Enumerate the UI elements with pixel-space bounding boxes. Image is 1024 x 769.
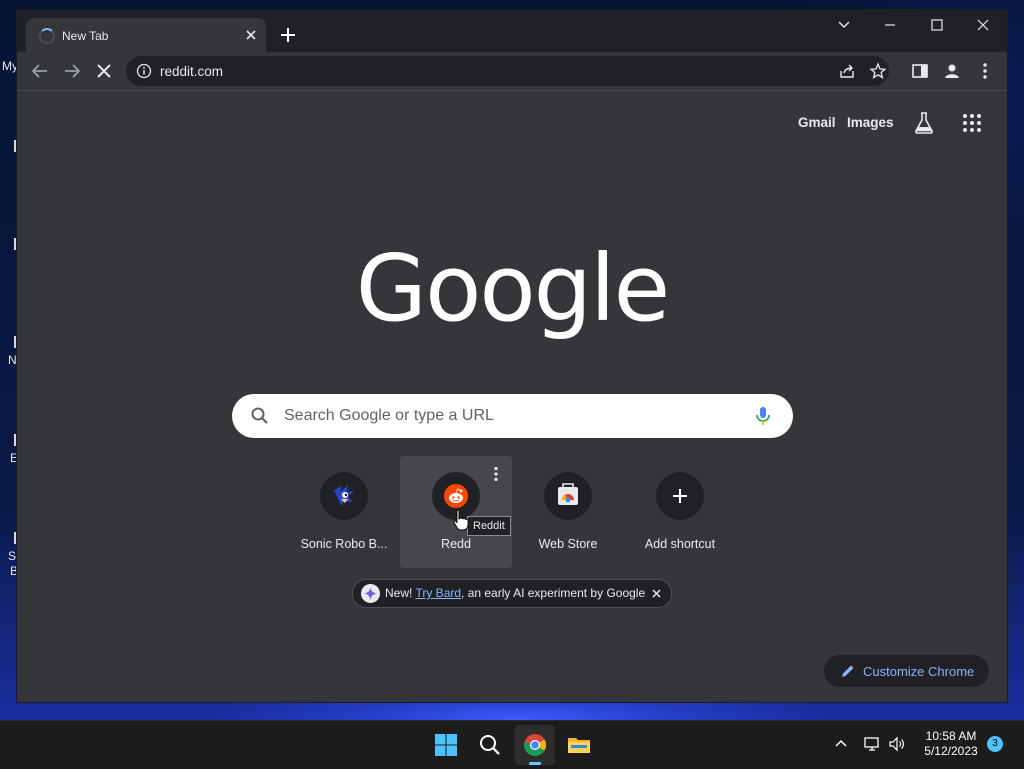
arrow-right-icon[interactable]	[60, 59, 84, 83]
search-box[interactable]: Search Google or type a URL	[232, 394, 793, 438]
taskbar-chrome-button[interactable]	[515, 725, 555, 765]
plus-icon	[656, 472, 704, 520]
share-icon[interactable]	[838, 62, 856, 80]
promo-suffix: , an early AI experiment by Google	[461, 586, 646, 600]
shortcut-label: Sonic Robo B...	[300, 537, 388, 551]
customize-chrome-label: Customize Chrome	[863, 664, 975, 679]
labs-flask-icon[interactable]	[913, 111, 935, 135]
taskbar: 10:58 AM 5/12/2023 3	[0, 720, 1024, 769]
show-hidden-icons-chevron-icon[interactable]	[832, 735, 850, 753]
volume-icon[interactable]	[888, 735, 906, 753]
close-window-button[interactable]	[960, 10, 1006, 42]
tab-strip: New Tab	[17, 10, 1007, 52]
microphone-icon[interactable]	[752, 405, 774, 427]
clock-time: 10:58 AM	[925, 729, 977, 743]
google-chrome-icon	[524, 734, 546, 756]
tab-search-chevron-icon[interactable]	[821, 10, 867, 42]
search-icon	[480, 735, 500, 755]
arrow-left-icon[interactable]	[28, 59, 52, 83]
network-icon[interactable]	[863, 735, 881, 753]
tooltip: Reddit	[467, 516, 511, 536]
toolbar: reddit.com	[17, 52, 1007, 91]
search-icon	[250, 406, 270, 426]
url-text[interactable]: reddit.com	[160, 64, 223, 79]
kebab-menu-icon[interactable]	[975, 61, 995, 81]
notification-badge[interactable]: 3	[987, 736, 1003, 752]
shortcut-tile[interactable]: Add shortcut	[624, 456, 736, 568]
google-logo: Google	[355, 235, 670, 342]
desktop-icon-label[interactable]: N	[8, 354, 17, 367]
promo-text: New! Try Bard, an early AI experiment by…	[385, 586, 645, 600]
new-tab-button[interactable]	[276, 23, 300, 47]
address-bar[interactable]: reddit.com	[126, 56, 889, 86]
windows-start-button[interactable]	[426, 725, 466, 765]
maximize-button[interactable]	[914, 10, 960, 42]
try-bard-link[interactable]: Try Bard	[415, 586, 461, 600]
chrome-window: New Tab reddit.com Gmail Images Google S…	[17, 10, 1007, 702]
loading-spinner-icon	[39, 28, 55, 44]
side-panel-icon[interactable]	[910, 61, 930, 81]
star-icon[interactable]	[869, 62, 887, 80]
promo-prefix: New!	[385, 586, 413, 600]
bard-promo-banner: New! Try Bard, an early AI experiment by…	[352, 579, 672, 608]
folder-icon	[568, 738, 590, 753]
minimize-button[interactable]	[867, 10, 913, 42]
taskbar-search-button[interactable]	[470, 725, 510, 765]
chrome-web-store-favicon-icon	[544, 472, 592, 520]
active-app-indicator	[529, 762, 541, 765]
shortcut-label: Add shortcut	[644, 537, 716, 551]
sonic-favicon-icon	[320, 472, 368, 520]
shortcut-tile[interactable]: Web Store	[512, 456, 624, 568]
shortcut-label: Redd	[441, 537, 471, 551]
close-promo-icon[interactable]	[650, 587, 663, 600]
shortcut-more-actions-icon[interactable]	[490, 466, 502, 482]
pencil-icon	[840, 663, 856, 679]
tab-new-tab[interactable]: New Tab	[26, 18, 266, 52]
shortcut-label: Web Store	[538, 537, 598, 551]
gmail-link[interactable]: Gmail	[798, 115, 836, 130]
close-tab-icon[interactable]	[242, 26, 260, 44]
hand-cursor-icon	[453, 509, 469, 531]
tab-title: New Tab	[62, 29, 109, 43]
desktop-icon-label[interactable]: My	[2, 60, 18, 73]
google-apps-grid-icon[interactable]	[961, 112, 983, 134]
taskbar-clock[interactable]: 10:58 AM 5/12/2023	[915, 729, 987, 759]
customize-chrome-button[interactable]: Customize Chrome	[824, 655, 989, 687]
stop-loading-icon[interactable]	[92, 59, 116, 83]
images-link[interactable]: Images	[847, 115, 894, 130]
new-tab-page: Gmail Images Google Search Google or typ…	[17, 91, 1007, 702]
profile-icon[interactable]	[942, 61, 962, 81]
search-placeholder[interactable]: Search Google or type a URL	[284, 407, 494, 425]
windows-logo-icon	[435, 734, 457, 756]
info-icon[interactable]	[136, 63, 152, 79]
taskbar-file-explorer-button[interactable]	[559, 725, 599, 765]
shortcut-tile[interactable]: Sonic Robo B...	[288, 456, 400, 568]
clock-date: 5/12/2023	[924, 744, 978, 758]
bard-sparkle-icon	[361, 584, 380, 603]
